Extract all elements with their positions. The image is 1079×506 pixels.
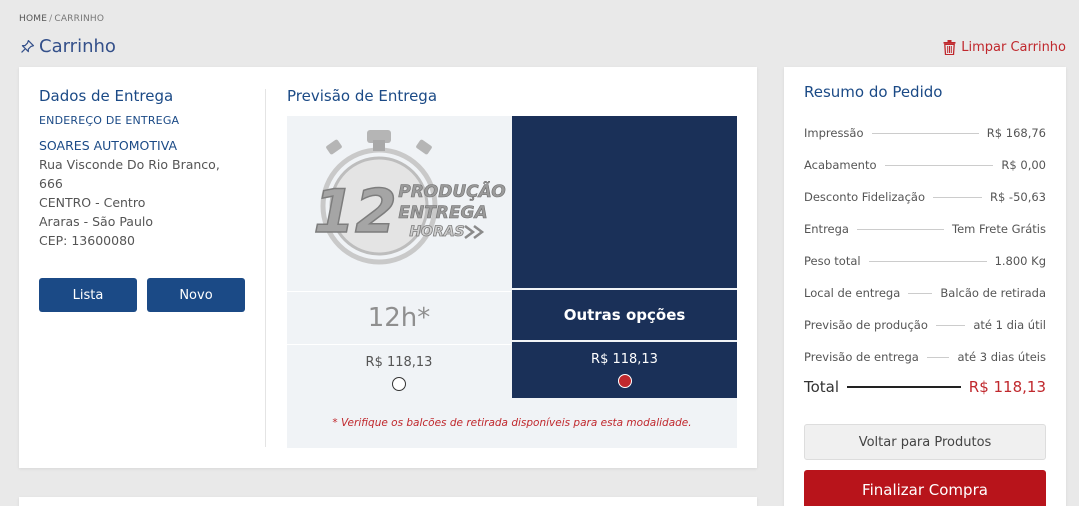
pickup-note: * Verifique os balcões de retirada dispo… — [332, 417, 692, 429]
summary-row: Peso total 1.800 Kg — [804, 245, 1046, 277]
address-line: Rua Visconde Do Rio Branco, — [39, 157, 220, 172]
divider — [265, 89, 266, 447]
summary-label: Previsão de entrega — [804, 350, 919, 364]
badge-line1: PRODUÇÃO — [398, 179, 505, 202]
divider — [884, 164, 994, 166]
express-option-price: R$ 118,13 — [365, 355, 433, 370]
page-title-text: Carrinho — [39, 36, 116, 57]
summary-title: Resumo do Pedido — [804, 83, 943, 101]
express-option-price-cell[interactable]: R$ 118,13 — [287, 344, 511, 398]
divider — [926, 356, 950, 358]
summary-label: Previsão de produção — [804, 318, 928, 332]
summary-value: R$ 168,76 — [986, 126, 1046, 140]
summary-row: Previsão de produção até 1 dia útil — [804, 309, 1046, 341]
summary-value: R$ -50,63 — [989, 190, 1046, 204]
total-value: R$ 118,13 — [968, 378, 1046, 396]
divider — [908, 292, 933, 294]
other-options-label[interactable]: Outras opções — [512, 290, 737, 340]
company-name: SOARES AUTOMOTIVA — [39, 138, 178, 153]
address-buttons: Lista Novo — [39, 278, 245, 312]
summary-value: até 3 dias úteis — [957, 350, 1046, 364]
address-line: 666 — [39, 176, 63, 191]
summary-label: Impressão — [804, 126, 864, 140]
summary-label: Desconto Fidelização — [804, 190, 925, 204]
total-label: Total — [804, 378, 840, 396]
delivery-data: Dados de Entrega ENDEREÇO DE ENTREGA SOA… — [39, 87, 254, 250]
delivery-card: Dados de Entrega ENDEREÇO DE ENTREGA SOA… — [19, 67, 757, 468]
summary-row: Local de entrega Balcão de retirada — [804, 277, 1046, 309]
summary-row: Previsão de entrega até 3 dias úteis — [804, 341, 1046, 373]
badge-number: 12 — [313, 177, 397, 247]
pin-icon — [21, 39, 35, 53]
express-option-image[interactable]: 12 PRODUÇÃO ENTREGA HORAS — [287, 116, 511, 290]
summary-row: Acabamento R$ 0,00 — [804, 149, 1046, 181]
summary-row: Entrega Tem Frete Grátis — [804, 213, 1046, 245]
forecast-title: Previsão de Entrega — [287, 87, 438, 105]
other-option-radio[interactable] — [617, 374, 632, 388]
other-option-image[interactable] — [512, 116, 737, 288]
breadcrumb-current: CARRINHO — [54, 14, 105, 24]
divider — [847, 386, 961, 388]
checkout-button[interactable]: Finalizar Compra — [804, 470, 1046, 506]
express-option-radio[interactable] — [392, 377, 406, 391]
divider — [856, 228, 945, 230]
badge-line2: ENTREGA — [398, 203, 487, 223]
total-row: Total R$ 118,13 — [804, 378, 1046, 396]
summary-value: até 1 dia útil — [973, 318, 1046, 332]
breadcrumb-separator: / — [49, 14, 53, 24]
clear-cart-button[interactable]: Limpar Carrinho — [943, 40, 1066, 55]
address-block: Rua Visconde Do Rio Branco, 666 CENTRO -… — [39, 155, 254, 250]
next-card — [19, 497, 757, 506]
other-option-price: R$ 118,13 — [591, 352, 658, 367]
summary-label: Acabamento — [804, 158, 877, 172]
stopwatch-icon: 12 PRODUÇÃO ENTREGA HORAS — [313, 130, 506, 265]
divider — [935, 324, 966, 326]
divider — [871, 132, 979, 134]
express-option-label[interactable]: 12h* — [287, 292, 511, 344]
address-line: CENTRO - Centro — [39, 195, 146, 210]
address-line: Araras - São Paulo — [39, 214, 154, 229]
summary-row: Desconto Fidelização R$ -50,63 — [804, 181, 1046, 213]
badge-line3: HORAS — [409, 224, 464, 240]
page-title: Carrinho — [19, 36, 116, 57]
summary-value: R$ 0,00 — [1001, 158, 1046, 172]
delivery-address-subtitle: ENDEREÇO DE ENTREGA — [39, 114, 180, 127]
clear-cart-label: Limpar Carrinho — [961, 40, 1066, 55]
breadcrumb: HOME / CARRINHO — [19, 14, 104, 24]
divider — [933, 196, 982, 198]
address-line: CEP: 13600080 — [39, 233, 135, 248]
summary-value: 1.800 Kg — [994, 254, 1046, 268]
order-summary-card: Resumo do Pedido Impressão R$ 168,76 Acab… — [784, 67, 1066, 506]
divider — [868, 260, 987, 262]
summary-label: Peso total — [804, 254, 861, 268]
summary-value: Tem Frete Grátis — [952, 222, 1046, 236]
back-to-products-button[interactable]: Voltar para Produtos — [804, 424, 1046, 460]
summary-value: Balcão de retirada — [940, 286, 1046, 300]
trash-icon — [943, 40, 956, 55]
delivery-title: Dados de Entrega — [39, 87, 174, 105]
summary-row: Impressão R$ 168,76 — [804, 117, 1046, 149]
delivery-options-grid: 12 PRODUÇÃO ENTREGA HORAS 12h* Outras op… — [287, 116, 737, 448]
breadcrumb-home[interactable]: HOME — [19, 14, 47, 24]
summary-label: Entrega — [804, 222, 849, 236]
summary-label: Local de entrega — [804, 286, 901, 300]
new-address-button[interactable]: Novo — [147, 278, 245, 312]
list-button[interactable]: Lista — [39, 278, 137, 312]
other-option-price-cell[interactable]: R$ 118,13 — [512, 342, 737, 398]
summary-rows: Impressão R$ 168,76 Acabamento R$ 0,00 Des… — [804, 117, 1046, 373]
